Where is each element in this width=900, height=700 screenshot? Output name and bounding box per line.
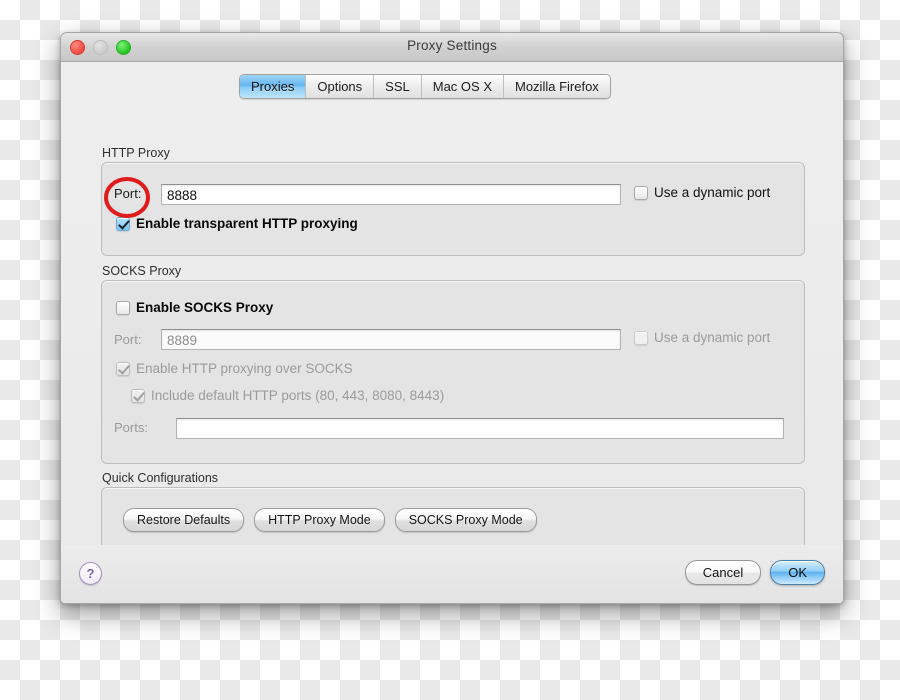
http-dynamic-port-checkbox[interactable] bbox=[634, 185, 648, 200]
quick-configurations-group-label: Quick Configurations bbox=[102, 471, 219, 485]
window-titlebar[interactable]: Proxy Settings bbox=[61, 33, 843, 62]
http-proxy-mode-button[interactable]: HTTP Proxy Mode bbox=[254, 508, 385, 532]
socks-ports-row: Ports: bbox=[114, 420, 148, 435]
include-default-ports-row[interactable]: Include default HTTP ports (80, 443, 808… bbox=[131, 388, 444, 403]
socks-ports-label: Ports: bbox=[114, 420, 148, 435]
http-dynamic-port-row[interactable]: Use a dynamic port bbox=[634, 185, 770, 200]
help-button[interactable]: ? bbox=[79, 562, 102, 585]
socks-port-row: Port: bbox=[114, 332, 141, 347]
http-port-label: Port: bbox=[114, 186, 142, 201]
cancel-button[interactable]: Cancel bbox=[684, 560, 762, 585]
footer-actions: Cancel OK bbox=[684, 560, 825, 585]
tab-mozilla-firefox-label: Mozilla Firefox bbox=[515, 79, 599, 94]
dialog-footer: ? Cancel OK bbox=[61, 545, 843, 603]
ok-button[interactable]: OK bbox=[770, 560, 825, 585]
tab-options[interactable]: Options bbox=[306, 75, 375, 98]
screenshot-canvas: Proxy Settings Proxies Options SSL Mac O… bbox=[0, 0, 900, 700]
socks-dynamic-port-row[interactable]: Use a dynamic port bbox=[634, 330, 770, 345]
restore-defaults-button[interactable]: Restore Defaults bbox=[123, 508, 245, 532]
tab-proxies[interactable]: Proxies bbox=[240, 75, 307, 98]
window-content: Proxies Options SSL Mac OS X Mozilla Fir… bbox=[61, 62, 843, 603]
socks-port-label: Port: bbox=[114, 332, 142, 347]
transparent-http-proxying-label: Enable transparent HTTP proxying bbox=[136, 216, 358, 231]
http-dynamic-port-label: Use a dynamic port bbox=[654, 185, 771, 200]
http-over-socks-row[interactable]: Enable HTTP proxying over SOCKS bbox=[116, 361, 353, 376]
socks-ports-input[interactable] bbox=[176, 418, 784, 439]
tab-proxies-label: Proxies bbox=[251, 79, 295, 94]
enable-socks-proxy-label: Enable SOCKS Proxy bbox=[136, 300, 274, 315]
tab-options-label: Options bbox=[317, 79, 363, 94]
include-default-ports-checkbox[interactable] bbox=[131, 388, 145, 403]
transparent-http-proxying-row[interactable]: Enable transparent HTTP proxying bbox=[116, 216, 358, 231]
http-proxy-groupbox bbox=[101, 162, 805, 256]
tab-mac-os-x[interactable]: Mac OS X bbox=[421, 75, 504, 98]
socks-dynamic-port-checkbox[interactable] bbox=[634, 330, 648, 345]
socks-proxy-group-label: SOCKS Proxy bbox=[102, 264, 182, 278]
tab-mozilla-firefox[interactable]: Mozilla Firefox bbox=[504, 75, 610, 98]
tab-ssl[interactable]: SSL bbox=[374, 75, 422, 98]
http-proxy-group-label: HTTP Proxy bbox=[102, 146, 170, 160]
http-port-row: Port: bbox=[114, 186, 141, 201]
proxy-settings-window: Proxy Settings Proxies Options SSL Mac O… bbox=[60, 32, 844, 604]
tab-ssl-label: SSL bbox=[385, 79, 410, 94]
socks-proxy-mode-button[interactable]: SOCKS Proxy Mode bbox=[394, 508, 537, 532]
window-title: Proxy Settings bbox=[407, 38, 497, 53]
enable-socks-proxy-row[interactable]: Enable SOCKS Proxy bbox=[116, 300, 273, 315]
include-default-ports-label: Include default HTTP ports (80, 443, 808… bbox=[151, 388, 445, 403]
enable-socks-proxy-checkbox[interactable] bbox=[116, 300, 130, 315]
quick-configurations-buttons: Restore Defaults HTTP Proxy Mode SOCKS P… bbox=[123, 508, 537, 532]
http-port-input[interactable]: 8888 bbox=[161, 184, 621, 205]
transparent-http-proxying-checkbox[interactable] bbox=[116, 216, 130, 231]
tab-bar: Proxies Options SSL Mac OS X Mozilla Fir… bbox=[239, 74, 611, 99]
http-over-socks-label: Enable HTTP proxying over SOCKS bbox=[136, 361, 353, 376]
tab-mac-os-x-label: Mac OS X bbox=[432, 79, 492, 94]
http-over-socks-checkbox[interactable] bbox=[116, 361, 130, 376]
socks-port-input[interactable]: 8889 bbox=[161, 329, 621, 350]
socks-dynamic-port-label: Use a dynamic port bbox=[654, 330, 771, 345]
